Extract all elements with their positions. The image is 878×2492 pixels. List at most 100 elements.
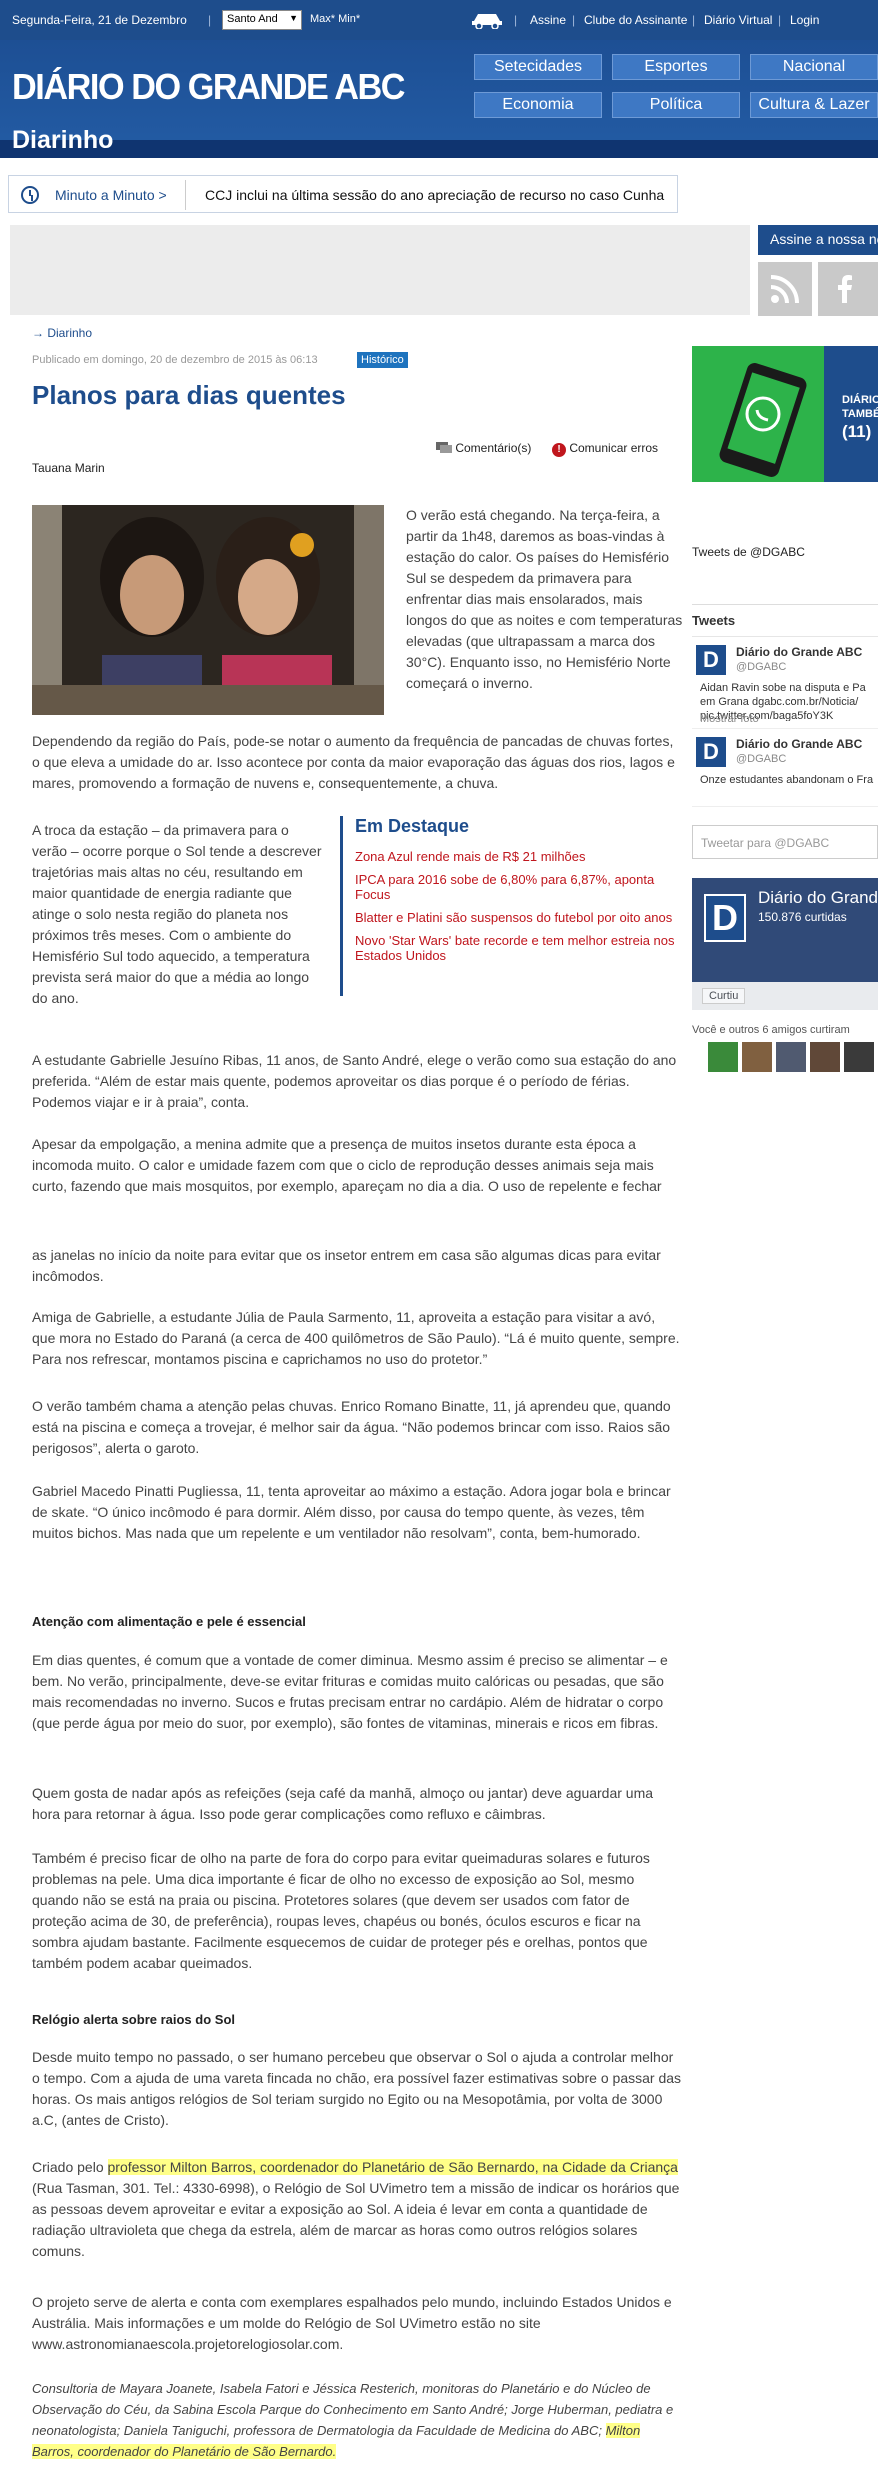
article-paragraph: Gabriel Macedo Pinatti Pugliessa, 11, te… [32, 1483, 671, 1541]
article-paragraph: Criado pelo professor Milton Barros, coo… [32, 2157, 682, 2262]
tweet-compose-input[interactable]: Tweetar para @DGABC [692, 825, 878, 859]
avatar: D [696, 645, 726, 675]
section-subtitle: Atenção com alimentação e pele é essenci… [32, 1614, 306, 1629]
diario-virtual-link[interactable]: Diário Virtual [704, 13, 772, 27]
article-paragraph: O verão também chama a atenção pelas chu… [32, 1398, 671, 1456]
nav-nacional[interactable]: Nacional [750, 54, 878, 80]
friend-avatar[interactable] [844, 1042, 874, 1072]
assine-link[interactable]: Assine [530, 13, 566, 27]
tweet-author: Diário do Grande ABC [736, 737, 863, 751]
article-title: Planos para dias quentes [32, 380, 346, 410]
divider: | [514, 13, 518, 27]
divider [185, 180, 186, 210]
paragraph-text: (Rua Tasman, 301. Tel.: 4330-6998), o Re… [32, 2180, 680, 2259]
article-paragraph: Desde muito tempo no passado, o ser huma… [32, 2049, 682, 2128]
fb-like-button[interactable]: Curtiu [702, 988, 746, 1004]
article-paragraph: Quem gosta de nadar após as refeições (s… [32, 1785, 654, 1822]
nav-setecidades[interactable]: Setecidades [474, 54, 602, 80]
top-bar: Segunda-Feira, 21 de Dezembro | Santo An… [0, 0, 878, 40]
tweet-handle: @DGABC [736, 661, 787, 673]
fb-action-bar: Curtiu [692, 982, 878, 1010]
whatsapp-text: TAMBÉ [842, 408, 878, 420]
ticker-headline[interactable]: CCJ inclui na última sessão do ano aprec… [205, 187, 675, 203]
alert-icon: ! [552, 443, 566, 457]
chevron-down-icon: ▼ [289, 13, 298, 23]
page-logo: D [704, 894, 746, 942]
published-date: Publicado em domingo, 20 de dezembro de … [32, 354, 318, 366]
article-photo [32, 505, 384, 715]
divider: | [208, 13, 212, 27]
temperature-readout: Max* Min* [310, 13, 361, 25]
tweets-title: Tweets [692, 605, 878, 637]
login-link[interactable]: Login [790, 13, 819, 27]
friend-avatar[interactable] [776, 1042, 806, 1072]
tweet-handle: @DGABC [736, 753, 787, 765]
tweet-text: Onze estudantes abandonam o Fra [700, 774, 874, 786]
whatsapp-text: (11) [842, 422, 872, 441]
whatsapp-banner[interactable]: DIÁRIO TAMBÉ (11) [692, 346, 878, 482]
historico-badge[interactable]: Histórico [357, 352, 408, 368]
nav-esportes[interactable]: Esportes [612, 54, 740, 80]
rss-icon [770, 275, 799, 304]
twitter-widget: Tweets D Diário do Grande ABC @DGABC Aid… [692, 604, 878, 864]
section-subtitle: Relógio alerta sobre raios do Sol [32, 2012, 235, 2027]
highlighted-text: professor Milton Barros, coordenador do … [107, 2159, 678, 2175]
clube-assinante-link[interactable]: Clube do Assinante [584, 13, 687, 27]
minuto-a-minuto-link[interactable]: Minuto a Minuto > [55, 187, 167, 203]
nav-politica[interactable]: Política [612, 92, 740, 118]
destaque-link[interactable]: Blatter e Platini são suspensos do futeb… [355, 910, 680, 925]
channel-title[interactable]: Diarinho [12, 126, 113, 155]
divider: | [692, 13, 696, 27]
city-select-value: Santo And [227, 13, 278, 25]
tweet-author: Diário do Grande ABC [736, 645, 863, 659]
facebook-page-widget: D Diário do Grande 150.876 curtidas Curt… [692, 878, 878, 1010]
tweets-from-link[interactable]: Tweets de @DGABC [692, 545, 805, 559]
divider: | [572, 13, 576, 27]
article-paragraph: Apesar da empolgação, a menina admite qu… [32, 1136, 662, 1194]
friend-avatar[interactable] [810, 1042, 840, 1072]
current-date: Segunda-Feira, 21 de Dezembro [12, 13, 187, 27]
article-paragraph: A troca da estação – da primavera para o… [32, 822, 322, 1006]
divider: | [778, 13, 782, 27]
facebook-icon [838, 275, 852, 303]
credits-text: Consultoria de Mayara Joanete, Isabela F… [32, 2381, 674, 2438]
article-paragraph: Amiga de Gabrielle, a estudante Júlia de… [32, 1309, 680, 1367]
article-paragraph: O verão está chegando. Na terça-feira, a… [406, 507, 683, 691]
article-paragraph: O projeto serve de alerta e conta com ex… [32, 2294, 672, 2352]
destaque-link[interactable]: IPCA para 2016 sobe de 6,80% para 6,87%,… [355, 872, 680, 902]
city-select[interactable]: Santo And ▼ [222, 10, 302, 30]
friend-avatar[interactable] [708, 1042, 738, 1072]
destaque-link[interactable]: Zona Azul rende mais de R$ 21 milhões [355, 849, 680, 864]
tweet-item[interactable]: D Diário do Grande ABC @DGABC Aidan Ravi… [692, 637, 878, 729]
avatar: D [696, 737, 726, 767]
friend-avatar[interactable] [742, 1042, 772, 1072]
comments-label: Comentário(s) [455, 441, 532, 455]
tweet-item[interactable]: D Diário do Grande ABC @DGABC Onze estud… [692, 729, 878, 807]
site-header: DIÁRIO DO GRANDE ABC Setecidades Esporte… [0, 40, 878, 158]
report-error-link[interactable]: ! Comunicar erros [552, 441, 658, 457]
fb-likes-count: 150.876 curtidas [758, 910, 847, 924]
comments-link[interactable]: Comentário(s) [436, 441, 531, 455]
destaque-link[interactable]: Novo 'Star Wars' bate recorde e tem melh… [355, 933, 680, 963]
rss-button[interactable] [758, 262, 812, 316]
whatsapp-text: DIÁRIO [842, 394, 878, 406]
comment-icon [436, 442, 452, 453]
site-logo[interactable]: DIÁRIO DO GRANDE ABC [12, 66, 405, 108]
fb-page-name[interactable]: Diário do Grande [758, 888, 878, 908]
nav-cultura-lazer[interactable]: Cultura & Lazer [750, 92, 878, 118]
article-paragraph: A estudante Gabrielle Jesuíno Ribas, 11 … [32, 1052, 677, 1110]
paragraph-text: Criado pelo [32, 2159, 108, 2175]
facebook-button[interactable] [818, 262, 878, 316]
report-error-label: Comunicar erros [569, 441, 659, 455]
subscribe-newsletter-button[interactable]: Assine a nossa ne [758, 225, 878, 255]
article-credits: Consultoria de Mayara Joanete, Isabela F… [32, 2378, 682, 2462]
ad-banner[interactable] [10, 225, 750, 315]
nav-economia[interactable]: Economia [474, 92, 602, 118]
traffic-car-icon[interactable] [470, 9, 504, 29]
article-paragraph: as janelas no início da noite para evita… [32, 1247, 661, 1284]
article-paragraph: Também é preciso ficar de olho na parte … [32, 1850, 650, 1971]
breadcrumb[interactable]: → Diarinho [32, 326, 92, 340]
show-photo-link[interactable]: Mostrar foto [700, 713, 759, 725]
em-destaque-box: Em Destaque Zona Azul rende mais de R$ 2… [340, 816, 680, 996]
friends-liked-text: Você e outros 6 amigos curtiram [692, 1024, 850, 1036]
